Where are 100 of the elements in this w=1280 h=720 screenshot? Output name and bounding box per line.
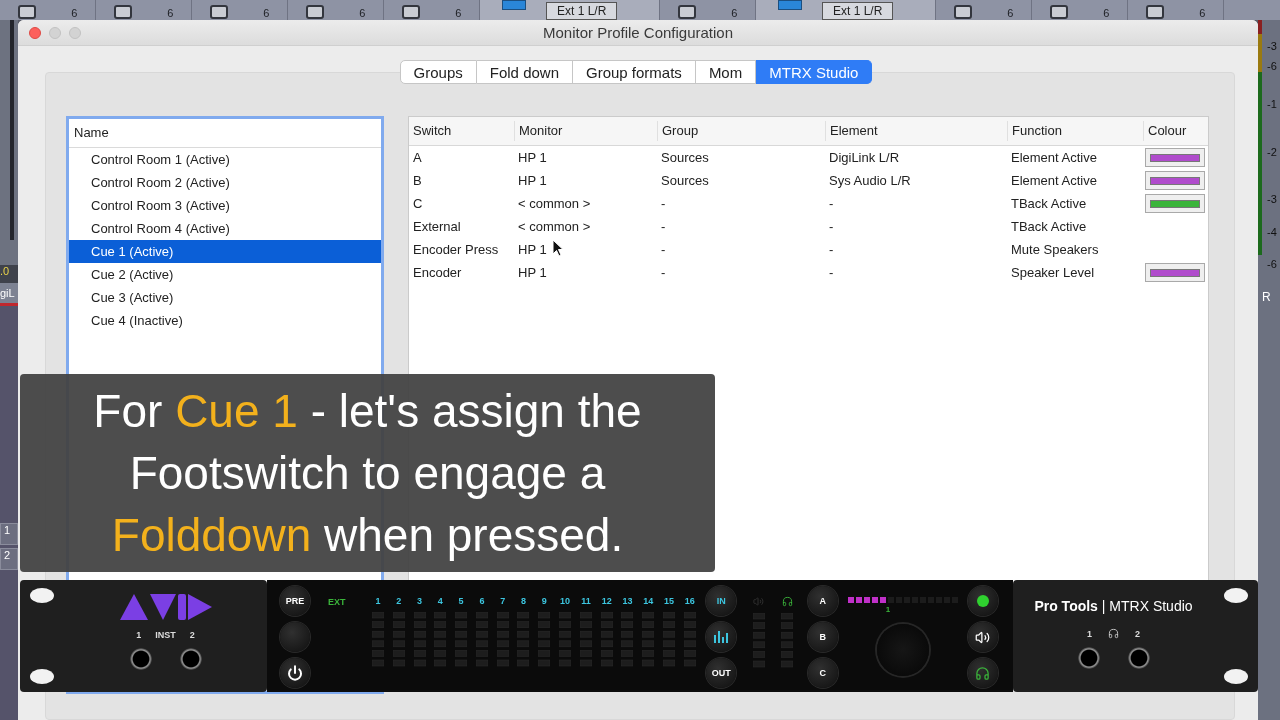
colour-swatch[interactable] xyxy=(1145,263,1205,282)
tab[interactable]: Mom xyxy=(695,60,757,84)
panel-button[interactable]: IN xyxy=(706,586,737,616)
strip-button[interactable]: 2 xyxy=(0,548,18,570)
insert-label: Ext 1 L/R xyxy=(546,2,618,20)
list-item[interactable]: Cue 3 (Active) xyxy=(69,286,381,309)
fader-value: 6 xyxy=(455,7,462,19)
table-cell: TBack Active xyxy=(1011,196,1087,211)
panel-button[interactable]: OUT xyxy=(706,658,737,688)
bar-chart-icon xyxy=(714,631,729,643)
headphones-icon xyxy=(781,596,793,607)
colour-swatch[interactable] xyxy=(1145,194,1205,213)
table-cell: < common > xyxy=(518,196,591,211)
speaker-button[interactable] xyxy=(967,622,998,652)
track-name: giL xyxy=(0,283,18,303)
meter-drawing xyxy=(371,612,384,668)
table-cell: Sys Audio L/R xyxy=(829,173,911,188)
channel-number: 4 xyxy=(437,596,443,606)
column-header: Colour xyxy=(1143,121,1209,141)
rack-hole xyxy=(30,669,54,684)
tab[interactable]: Group formats xyxy=(573,60,696,84)
insert-key xyxy=(502,0,526,10)
jack-label: 2 xyxy=(1135,628,1140,639)
fader-value: 6 xyxy=(71,7,78,19)
table-cell: HP 1 xyxy=(518,242,547,257)
table-cell: DigiLink L/R xyxy=(829,150,900,165)
list-item[interactable]: Control Room 1 (Active) xyxy=(69,148,381,171)
meter-drawing xyxy=(781,613,794,669)
tab[interactable]: Fold down xyxy=(476,60,573,84)
list-item[interactable]: Cue 4 (Inactive) xyxy=(69,309,381,332)
jack-label: INST xyxy=(155,630,176,640)
jack-socket xyxy=(1127,647,1150,669)
status-button[interactable] xyxy=(967,586,998,616)
rack-hole xyxy=(1224,669,1248,684)
fader-reading: .0 xyxy=(0,265,18,283)
table-cell: HP 1 xyxy=(518,173,547,188)
table-cell: - xyxy=(829,242,834,257)
table-cell: - xyxy=(661,196,666,211)
channel-number: 13 xyxy=(622,596,633,606)
tab[interactable]: Groups xyxy=(399,60,477,84)
channel-number: 6 xyxy=(479,596,485,606)
jack-socket xyxy=(1077,647,1100,669)
list-item[interactable]: Control Room 2 (Active) xyxy=(69,171,381,194)
insert-key xyxy=(778,0,802,10)
table-cell: Mute Speakers xyxy=(1011,242,1099,257)
table-cell: - xyxy=(661,219,666,234)
channel-number: 3 xyxy=(417,596,422,606)
list-item[interactable]: Control Room 3 (Active) xyxy=(69,194,381,217)
channel-number: 16 xyxy=(684,596,695,606)
power-button[interactable] xyxy=(280,658,310,688)
window-title: Monitor Profile Configuration xyxy=(542,24,734,41)
meter-drawing xyxy=(642,612,655,668)
jack-label: 1 xyxy=(136,630,142,640)
meter-scale-label: -4 xyxy=(1267,226,1277,238)
cursor-icon xyxy=(552,239,564,257)
panel-button[interactable]: PRE xyxy=(280,586,310,616)
caption-line: Folddown when pressed. xyxy=(111,508,624,563)
panel-button[interactable]: B xyxy=(807,622,838,652)
channel-number: 10 xyxy=(560,596,571,606)
table-cell: HP 1 xyxy=(518,265,547,280)
table-cell: External xyxy=(413,219,461,234)
colour-swatch[interactable] xyxy=(1145,171,1205,190)
close-button[interactable] xyxy=(29,26,41,39)
table-cell: Speaker Level xyxy=(1011,265,1095,280)
meter-scale-label: -6 xyxy=(1267,258,1277,270)
list-item[interactable]: Cue 1 (Active) xyxy=(69,240,381,263)
channel-number: 1 xyxy=(375,596,381,606)
product-name: Pro Tools | MTRX Studio xyxy=(1034,598,1193,614)
meter-drawing xyxy=(392,612,405,668)
list-item[interactable]: Control Room 4 (Active) xyxy=(69,217,381,240)
channel-number: 12 xyxy=(601,596,612,606)
strip-button[interactable]: 1 xyxy=(0,523,18,545)
channel-number: 11 xyxy=(581,596,591,606)
headphones-icon xyxy=(975,665,991,681)
status-light xyxy=(976,595,989,607)
panel-button[interactable]: C xyxy=(807,658,838,688)
meter-drawing xyxy=(579,612,592,668)
headphones-button[interactable] xyxy=(967,658,998,688)
list-item[interactable]: Cue 2 (Active) xyxy=(69,263,381,286)
table-cell: Element Active xyxy=(1011,150,1097,165)
meter-drawing xyxy=(752,613,765,669)
input-label: EXT xyxy=(328,597,346,609)
table-cell: - xyxy=(829,265,834,280)
meter-button[interactable] xyxy=(706,622,737,652)
colour-swatch[interactable] xyxy=(1145,148,1205,167)
table-cell: Element Active xyxy=(1011,173,1097,188)
fader-value: 6 xyxy=(359,7,366,19)
channel-number: 2 xyxy=(396,596,402,606)
tab[interactable]: MTRX Studio xyxy=(756,60,873,84)
meter-drawing xyxy=(455,612,468,668)
channel-number: 9 xyxy=(541,596,547,606)
panel-button[interactable]: A xyxy=(807,586,838,616)
column-header: Switch xyxy=(412,122,453,140)
speaker-icon xyxy=(753,596,765,607)
table-cell: < common > xyxy=(518,219,591,234)
fader-value: 6 xyxy=(1103,7,1110,19)
table-cell: TBack Active xyxy=(1011,219,1087,234)
meter-drawing xyxy=(434,612,447,668)
column-header: Element xyxy=(825,121,1007,141)
speaker-icon xyxy=(975,629,991,645)
